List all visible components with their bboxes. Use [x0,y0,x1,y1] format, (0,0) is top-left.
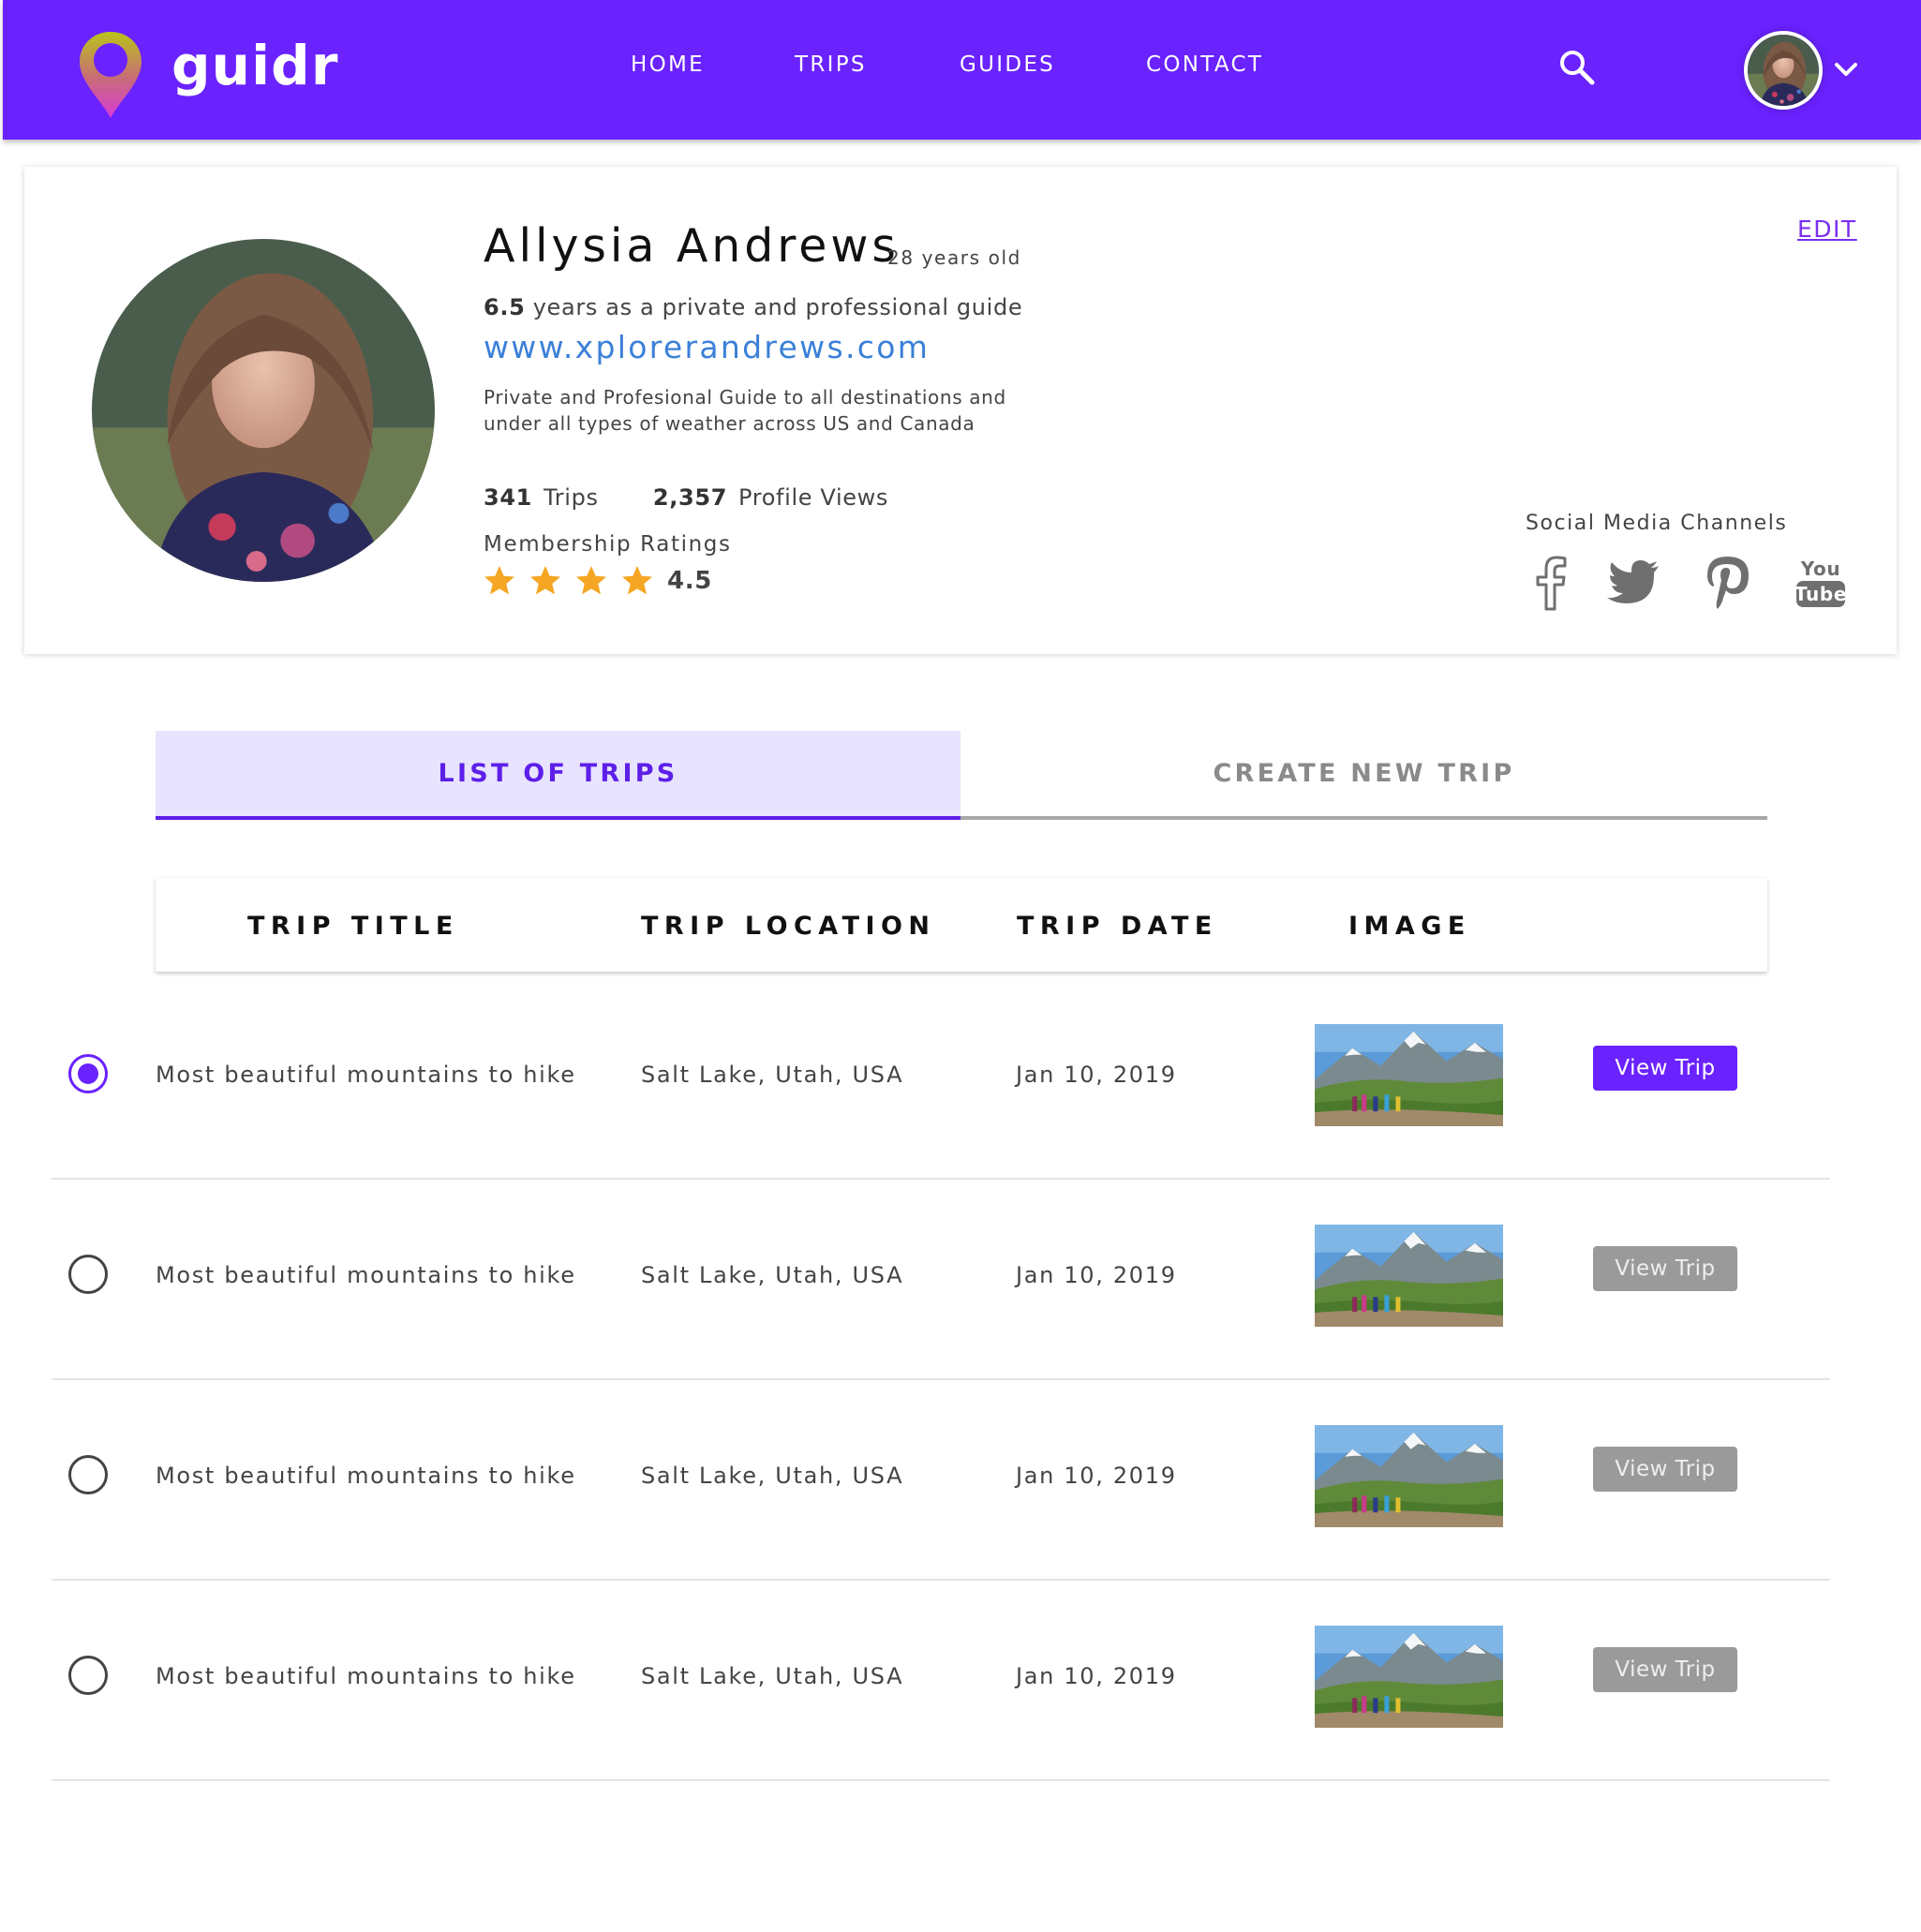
trip-title: Most beautiful mountains to hike [156,1463,576,1489]
row-radio-button[interactable] [68,1656,108,1695]
facebook-icon[interactable] [1521,553,1579,611]
view-trip-button[interactable]: View Trip [1593,1246,1737,1291]
rating-stars: 4.5 [484,565,712,597]
trips-table-header: TRIP TITLE TRIP LOCATION TRIP DATE IMAGE [156,878,1767,972]
view-trip-button[interactable]: View Trip [1593,1647,1737,1692]
trip-location: Salt Lake, Utah, USA [641,1463,904,1489]
tab-create-new-trip[interactable]: CREATE NEW TRIP [960,731,1767,820]
trips-label: Trips [544,484,599,511]
header-trip-title: TRIP TITLE [247,912,459,941]
search-icon[interactable] [1558,49,1596,86]
header-trip-date: TRIP DATE [1017,912,1218,941]
trip-location: Salt Lake, Utah, USA [641,1062,904,1088]
social-media-label: Social Media Channels [1526,512,1788,535]
row-radio-button[interactable] [68,1255,108,1294]
pinterest-icon[interactable] [1698,553,1756,611]
profile-name: Allysia Andrews [484,219,900,273]
views-label: Profile Views [738,484,889,511]
trip-date: Jan 10, 2019 [1016,1663,1177,1689]
nav-guides[interactable]: GUIDES [960,52,1055,77]
edit-profile-link[interactable]: EDIT [1797,215,1857,243]
profile-photo [92,239,435,582]
profile-bio: Private and Profesional Guide to all des… [484,386,1006,435]
tab-list-of-trips[interactable]: LIST OF TRIPS [156,731,960,820]
trip-date: Jan 10, 2019 [1016,1463,1177,1489]
table-row[interactable]: Most beautiful mountains to hike Salt La… [52,979,1830,1180]
trip-image[interactable] [1315,1626,1503,1728]
nav-contact[interactable]: CONTACT [1146,52,1263,77]
user-avatar[interactable] [1748,35,1819,106]
header-image: IMAGE [1348,912,1471,941]
profile-stats: 341 Trips 2,357 Profile Views [484,484,888,511]
trip-location: Salt Lake, Utah, USA [641,1663,904,1689]
star-icon [576,566,606,595]
svg-text:Tube: Tube [1794,583,1847,605]
twitter-icon[interactable] [1604,553,1662,611]
trip-title: Most beautiful mountains to hike [156,1663,576,1689]
trip-title: Most beautiful mountains to hike [156,1262,576,1288]
rating-value: 4.5 [667,567,712,595]
trip-title: Most beautiful mountains to hike [156,1062,576,1088]
trip-image[interactable] [1315,1225,1503,1327]
youtube-icon[interactable]: You Tube [1792,553,1850,611]
trip-image[interactable] [1315,1425,1503,1527]
experience-text: years as a private and professional guid… [532,294,1023,320]
svg-text:You: You [1800,557,1841,580]
row-radio-button[interactable] [68,1054,108,1093]
header-trip-location: TRIP LOCATION [641,912,936,941]
table-row[interactable]: Most beautiful mountains to hike Salt La… [52,1581,1830,1781]
brand-logo-text[interactable]: guidr [171,34,339,97]
nav-home[interactable]: HOME [631,52,705,77]
trip-location: Salt Lake, Utah, USA [641,1262,904,1288]
trip-image[interactable] [1315,1024,1503,1126]
experience-years: 6.5 [484,294,526,320]
ratings-label: Membership Ratings [484,532,732,557]
profile-website-link[interactable]: www.xplorerandrews.com [484,329,930,365]
trips-count: 341 [484,484,533,511]
top-navbar: guidr HOME TRIPS GUIDES CONTACT [3,0,1921,140]
star-icon [530,566,560,595]
profile-experience: 6.5 years as a private and professional … [484,294,1022,320]
table-row[interactable]: Most beautiful mountains to hike Salt La… [52,1180,1830,1380]
table-row[interactable]: Most beautiful mountains to hike Salt La… [52,1380,1830,1581]
trip-date: Jan 10, 2019 [1016,1062,1177,1088]
view-trip-button[interactable]: View Trip [1593,1447,1737,1492]
trip-date: Jan 10, 2019 [1016,1262,1177,1288]
star-icon [622,566,652,595]
profile-age: 28 years old [887,246,1021,269]
view-trip-button[interactable]: View Trip [1593,1046,1737,1091]
chevron-down-icon[interactable] [1834,58,1858,81]
location-pin-logo-icon[interactable] [76,28,145,122]
row-radio-button[interactable] [68,1455,108,1494]
views-count: 2,357 [652,484,728,511]
profile-card: Allysia Andrews 28 years old 6.5 years a… [24,167,1897,654]
nav-trips[interactable]: TRIPS [795,52,867,77]
star-icon [484,566,514,595]
